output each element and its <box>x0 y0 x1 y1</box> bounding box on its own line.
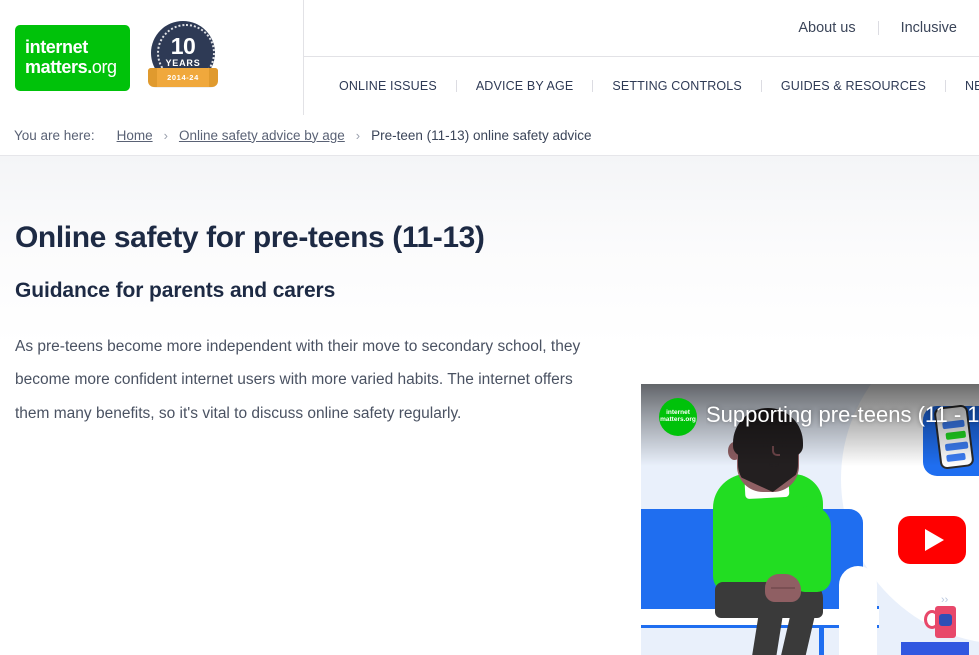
intro-paragraph: As pre-teens become more independent wit… <box>15 337 581 423</box>
illustration-sofa-arm <box>839 566 877 655</box>
badge-ribbon: 2014-24 <box>148 67 218 87</box>
illustration-side-table <box>901 642 969 655</box>
video-title[interactable]: Supporting pre-teens (11 - 13s) onl <box>706 402 979 428</box>
site-header: internet matters.org 10 YEARS 2014-24 Ab… <box>0 0 979 115</box>
logo-word-org: org <box>91 56 117 77</box>
breadcrumb: You are here: Home › Online safety advic… <box>0 115 979 156</box>
utility-nav: About us Inclusive <box>304 0 979 57</box>
nav-item-setting-controls[interactable]: SETTING CONTROLS <box>592 80 761 93</box>
internet-matters-logo[interactable]: internet matters.org <box>15 24 130 91</box>
breadcrumb-separator-icon: › <box>163 127 168 143</box>
video-frame: ›› internet matters.org Supporting pre-t… <box>641 384 979 655</box>
illustration-mug-face <box>939 614 952 626</box>
channel-avatar-line-2: matters.org <box>660 416 696 423</box>
illustration-person-hand <box>765 574 801 602</box>
nav-item-advice-by-age[interactable]: ADVICE BY AGE <box>455 80 593 93</box>
video-channel-avatar[interactable]: internet matters.org <box>659 398 697 436</box>
logo-word-matters: matters <box>25 56 88 77</box>
breadcrumb-label: You are here: <box>14 127 95 143</box>
nav-item-guides-and-resources[interactable]: GUIDES & RESOURCES <box>760 80 945 93</box>
youtube-video-embed[interactable]: ›› internet matters.org Supporting pre-t… <box>641 384 979 655</box>
content-column: Online safety for pre-teens (11-13) Guid… <box>15 221 615 431</box>
illustration-sofa-leg <box>819 628 824 655</box>
video-play-button[interactable] <box>898 516 966 564</box>
breadcrumb-link-home[interactable]: Home <box>117 128 153 143</box>
logo-line-1: internet <box>25 37 88 58</box>
page-subtitle: Guidance for parents and carers <box>15 278 336 302</box>
main-nav: ONLINE ISSUES ADVICE BY AGE SETTING CONT… <box>304 57 979 115</box>
ten-years-badge: 10 YEARS 2014-24 <box>148 20 218 95</box>
page-body: Online safety for pre-teens (11-13) Guid… <box>0 156 979 655</box>
play-triangle-icon <box>924 529 944 551</box>
page-title: Online safety for pre-teens (11-13) <box>15 221 485 254</box>
breadcrumb-link-advice-by-age[interactable]: Online safety advice by age <box>179 128 345 143</box>
badge-ribbon-text: 2014-24 <box>167 72 199 82</box>
breadcrumb-current-page: Pre-teen (11-13) online safety advice <box>371 127 592 143</box>
nav-item-online-issues[interactable]: ONLINE ISSUES <box>320 80 456 93</box>
nav-item-news[interactable]: NE <box>945 80 979 93</box>
logo-block[interactable]: internet matters.org 10 YEARS 2014-24 <box>0 0 304 115</box>
utility-nav-item-inclusive[interactable]: Inclusive <box>877 21 979 36</box>
logo-line-2: matters.org <box>25 56 130 77</box>
utility-nav-item-about-us[interactable]: About us <box>776 21 877 36</box>
illustration-steam-icon: ›› <box>941 594 949 606</box>
breadcrumb-separator-icon: › <box>355 127 361 143</box>
